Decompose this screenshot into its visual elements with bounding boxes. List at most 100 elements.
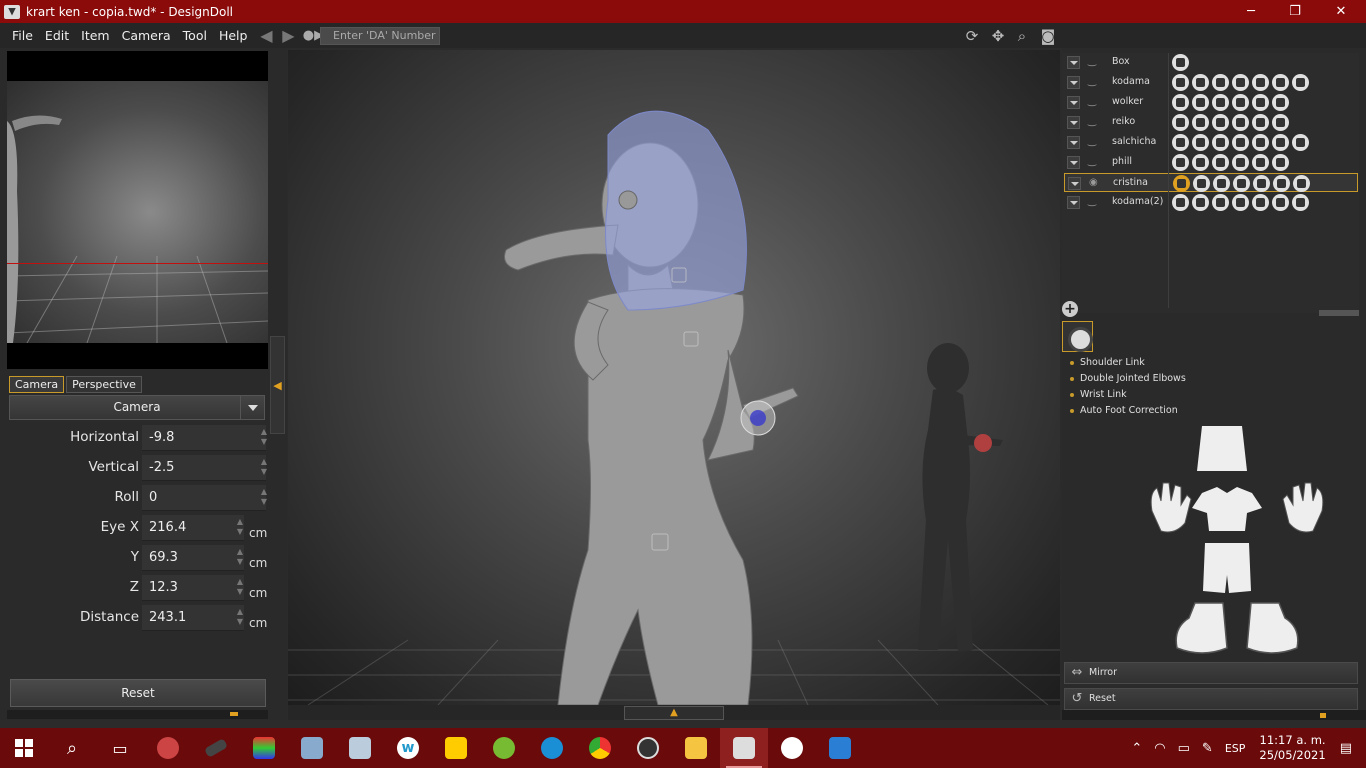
hips-part-icon[interactable] xyxy=(1203,543,1251,593)
start-button[interactable] xyxy=(0,728,48,768)
redo-arrow-icon[interactable]: ▶ xyxy=(279,27,297,44)
disabled-icon[interactable] xyxy=(1293,175,1310,192)
list-item[interactable]: ‿ kodama(2) xyxy=(1064,193,1358,212)
eye-closed-icon[interactable]: ‿ xyxy=(1088,77,1102,87)
reset-pose-icon[interactable] xyxy=(1232,114,1249,131)
rotate-icon[interactable] xyxy=(1193,175,1210,192)
tab-perspective[interactable]: Perspective xyxy=(66,376,142,393)
rotate-icon[interactable] xyxy=(1192,94,1209,111)
camera-select[interactable]: Camera xyxy=(9,395,265,420)
roll-input[interactable]: 0 xyxy=(142,485,266,511)
task-view-button[interactable]: ▭ xyxy=(96,728,144,768)
menu-tool[interactable]: Tool xyxy=(177,28,213,43)
taskbar-app-chrome[interactable] xyxy=(576,728,624,768)
expand-toggle[interactable] xyxy=(1068,177,1081,190)
taskbar-app-edge[interactable] xyxy=(528,728,576,768)
hand-icon[interactable] xyxy=(1252,154,1269,171)
expand-toggle[interactable] xyxy=(1067,76,1080,89)
zoom-icon[interactable] xyxy=(1212,194,1229,211)
spinner-icon[interactable]: ▲ ▼ xyxy=(259,427,269,447)
option-wrist-link[interactable]: Wrist Link xyxy=(1070,389,1127,403)
undo-arrow-icon[interactable]: ◀ xyxy=(257,27,275,44)
move-icon[interactable] xyxy=(1172,154,1189,171)
move-icon[interactable] xyxy=(1172,114,1189,131)
taskbar-app-obs[interactable] xyxy=(624,728,672,768)
head-part-icon[interactable] xyxy=(1197,426,1247,471)
mirror-button[interactable]: ⇔ Mirror xyxy=(1064,662,1358,684)
chevron-down-icon[interactable] xyxy=(240,396,264,419)
option-double-jointed-elbows[interactable]: Double Jointed Elbows xyxy=(1070,373,1186,387)
left-scrollbar[interactable] xyxy=(7,710,268,719)
move-view-icon[interactable]: ✥ xyxy=(988,26,1008,46)
zoom-icon[interactable] xyxy=(1212,94,1229,111)
zoom-view-icon[interactable]: ⌕ xyxy=(1012,26,1032,46)
scroll-thumb[interactable] xyxy=(230,712,238,716)
rotate-icon[interactable] xyxy=(1192,134,1209,151)
language-indicator[interactable]: ESP xyxy=(1225,742,1246,755)
zoom-icon[interactable] xyxy=(1212,74,1229,91)
reset-pose-icon[interactable] xyxy=(1232,154,1249,171)
taskbar-app-map[interactable] xyxy=(480,728,528,768)
taskbar-app-stack[interactable] xyxy=(240,728,288,768)
option-auto-foot-correction[interactable]: Auto Foot Correction xyxy=(1070,405,1178,419)
rotate-icon[interactable] xyxy=(1192,194,1209,211)
expand-toggle[interactable] xyxy=(1067,56,1080,69)
menu-help[interactable]: Help xyxy=(213,28,254,43)
eye-closed-icon[interactable]: ‿ xyxy=(1088,137,1102,147)
hand-icon[interactable] xyxy=(1272,194,1289,211)
horizontal-input[interactable]: -9.8 xyxy=(142,425,266,451)
reset-pose-icon[interactable] xyxy=(1232,94,1249,111)
zoom-icon[interactable] xyxy=(1212,114,1229,131)
taskbar-app-gallery[interactable] xyxy=(336,728,384,768)
list-item[interactable]: ‿ phill xyxy=(1064,153,1358,172)
menu-item[interactable]: Item xyxy=(75,28,115,43)
da-number-input[interactable]: Enter 'DA' Number xyxy=(320,27,440,45)
menu-file[interactable]: File xyxy=(6,28,39,43)
reset-pose-icon[interactable] xyxy=(1232,194,1249,211)
list-item[interactable]: ‿ Box xyxy=(1064,53,1358,72)
list-item-selected[interactable]: ◉ cristina xyxy=(1064,173,1358,192)
taskbar-app-pen[interactable] xyxy=(192,728,240,768)
hand-icon[interactable] xyxy=(1272,154,1289,171)
expand-toggle[interactable] xyxy=(1067,156,1080,169)
shadow-ik-handle[interactable] xyxy=(974,434,992,452)
spinner-icon[interactable]: ▲ ▼ xyxy=(259,457,269,477)
right-hand-icon[interactable] xyxy=(1282,482,1324,533)
disabled-icon[interactable] xyxy=(1292,134,1309,151)
close-button[interactable]: ✕ xyxy=(1318,0,1364,23)
list-item[interactable]: ‿ reiko xyxy=(1064,113,1358,132)
eye-closed-icon[interactable]: ‿ xyxy=(1088,157,1102,167)
hand-icon[interactable] xyxy=(1252,74,1269,91)
taskbar-app-paint[interactable] xyxy=(144,728,192,768)
menu-camera[interactable]: Camera xyxy=(116,28,177,43)
torso-part-icon[interactable] xyxy=(1192,487,1262,531)
hand-icon[interactable] xyxy=(1272,94,1289,111)
ik-tool-button[interactable] xyxy=(1062,321,1093,352)
expand-toggle[interactable] xyxy=(1067,116,1080,129)
add-item-button[interactable]: + xyxy=(1062,301,1078,317)
expand-timeline-button[interactable]: ▲ xyxy=(624,706,724,720)
wrist-ik-handle[interactable] xyxy=(750,410,766,426)
eye-closed-icon[interactable]: ‿ xyxy=(1088,117,1102,127)
3d-viewport[interactable] xyxy=(288,50,1060,705)
feet-part-icon[interactable] xyxy=(1175,602,1299,654)
taskbar-app-photos[interactable] xyxy=(816,728,864,768)
tab-camera[interactable]: Camera xyxy=(9,376,65,393)
spinner-icon[interactable]: ▲ ▼ xyxy=(235,547,245,567)
eye-x-input[interactable]: 216.4 xyxy=(142,515,244,541)
disabled-icon[interactable] xyxy=(1292,74,1309,91)
maximize-button[interactable]: ❐ xyxy=(1272,0,1318,23)
camera-preview[interactable] xyxy=(7,51,268,369)
expand-toggle[interactable] xyxy=(1067,136,1080,149)
hand-icon[interactable] xyxy=(1252,114,1269,131)
outliner-scrollbar[interactable] xyxy=(1319,310,1359,316)
chevron-up-icon[interactable]: ⌃ xyxy=(1131,741,1142,756)
move-icon[interactable] xyxy=(1172,194,1189,211)
rotate-icon[interactable] xyxy=(1192,154,1209,171)
left-hand-icon[interactable] xyxy=(1150,482,1192,533)
rotate-icon[interactable] xyxy=(1192,74,1209,91)
pose-reset-button[interactable]: ↺ Reset xyxy=(1064,688,1358,710)
list-item[interactable]: ‿ wolker xyxy=(1064,93,1358,112)
hand-icon[interactable] xyxy=(1272,114,1289,131)
reset-pose-icon[interactable] xyxy=(1233,175,1250,192)
